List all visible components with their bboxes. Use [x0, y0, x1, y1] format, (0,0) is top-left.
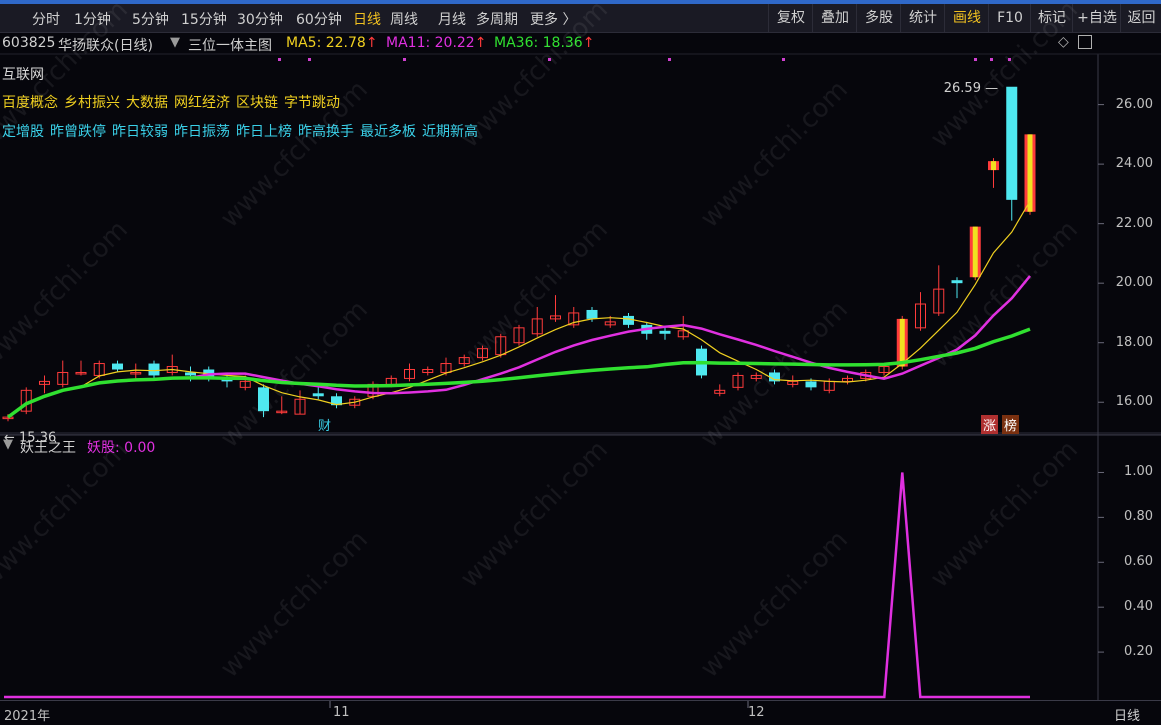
- candle: [677, 315, 689, 340]
- candle: [39, 375, 50, 394]
- sub-tick-4: 1.00: [1124, 464, 1153, 480]
- event-marker-6: [974, 58, 977, 61]
- limit-up-fill: [991, 161, 996, 171]
- candle: [312, 387, 324, 400]
- watermark-14: www.cfchi.com: [925, 435, 1084, 594]
- candle: [659, 327, 671, 340]
- candle: [331, 393, 342, 409]
- watermark-11: www.cfchi.com: [695, 525, 854, 684]
- event-marker-3: [548, 58, 551, 61]
- price-tick-3: 22.00: [1115, 215, 1153, 231]
- price-tick-5: 26.00: [1115, 96, 1153, 112]
- sub-tick-0: 0.20: [1124, 644, 1153, 660]
- kline-chart: www.cfchi.com www.cfchi.com www.cfchi.com w…: [0, 0, 1161, 708]
- candle: [842, 375, 853, 385]
- watermark-13: www.cfchi.com: [925, 215, 1084, 374]
- candle: [112, 360, 123, 373]
- candle-body: [805, 381, 817, 388]
- candle: [732, 372, 744, 391]
- candle-body: [1006, 86, 1018, 200]
- watermark-7: www.cfchi.com: [455, 215, 614, 374]
- date-axis: 2021年 11 12 日线: [0, 700, 1161, 725]
- price-tick-1: 18.00: [1115, 334, 1153, 350]
- watermark-layer: www.cfchi.com www.cfchi.com www.cfchi.com w…: [0, 0, 1084, 684]
- candle: [714, 384, 726, 397]
- candle-body: [312, 393, 324, 397]
- candle: [951, 277, 963, 299]
- sub-tick-3: 0.80: [1124, 509, 1153, 525]
- sub-indicator-layer: [4, 472, 1030, 699]
- limit-up-badge[interactable]: 涨: [981, 415, 999, 434]
- candle: [1006, 86, 1018, 221]
- candle: [623, 312, 634, 328]
- candle: [404, 363, 415, 382]
- candle-body: [623, 315, 634, 325]
- sub-tick-1: 0.40: [1124, 599, 1153, 615]
- watermark-1: www.cfchi.com: [0, 215, 134, 374]
- candle-layer: [2, 86, 1036, 422]
- candle: [166, 354, 178, 376]
- candle-body: [148, 363, 160, 376]
- limit-up-fill: [1027, 134, 1033, 212]
- watermark-6: www.cfchi.com: [455, 0, 614, 154]
- event-marker-5: [782, 58, 785, 61]
- candle: [988, 158, 999, 188]
- candle-body: [659, 330, 671, 334]
- candle-body: [951, 280, 963, 284]
- date-label-11: 11: [333, 705, 350, 720]
- candle: [294, 390, 306, 415]
- candle: [422, 366, 434, 376]
- sub-chevron-down-icon[interactable]: ▼: [3, 437, 13, 452]
- price-tick-2: 20.00: [1115, 275, 1153, 291]
- event-marker-0: [278, 58, 281, 61]
- candle: [550, 295, 561, 322]
- candle: [969, 226, 981, 281]
- candle: [1024, 134, 1036, 215]
- candle: [915, 292, 926, 331]
- watermark-9: www.cfchi.com: [695, 75, 854, 234]
- candle-body: [258, 387, 269, 412]
- date-label-12: 12: [748, 705, 765, 720]
- candle-body: [586, 309, 598, 319]
- limit-up-fill: [899, 318, 905, 367]
- candle-body: [185, 372, 196, 376]
- candle: [75, 360, 87, 376]
- candle: [148, 360, 160, 379]
- watermark-2: www.cfchi.com: [0, 435, 134, 594]
- watermark-0: www.cfchi.com: [0, 0, 134, 154]
- yao-line: [4, 472, 1030, 699]
- event-marker-4: [668, 58, 671, 61]
- price-tick-4: 24.00: [1115, 156, 1153, 172]
- candle: [513, 324, 525, 346]
- event-marker-8: [1008, 58, 1011, 61]
- watermark-8: www.cfchi.com: [455, 435, 614, 594]
- price-tick-0: 16.00: [1115, 394, 1153, 410]
- watermark-5: www.cfchi.com: [215, 525, 374, 684]
- sub-indicator-title[interactable]: 妖王之王: [20, 437, 76, 457]
- sub-tick-2: 0.60: [1124, 554, 1153, 570]
- high-annotation: 26.59 —: [944, 81, 998, 96]
- period-label[interactable]: 日线: [1114, 705, 1140, 724]
- event-marker-2: [403, 58, 406, 61]
- date-label-2021: 2021年: [4, 709, 51, 724]
- grid-lines: [0, 53, 1161, 708]
- candle: [57, 360, 69, 388]
- candle: [568, 306, 580, 328]
- candle: [641, 321, 653, 340]
- event-marker-1: [308, 58, 311, 61]
- finance-badge[interactable]: 财: [318, 415, 331, 434]
- watermark-3: www.cfchi.com: [215, 75, 374, 234]
- candle-body: [112, 363, 123, 370]
- candle: [933, 265, 945, 316]
- price-axis: 16.00 18.00 20.00 22.00 24.00 26.00 0.20 0.40 0.…: [1098, 54, 1161, 700]
- sub-indicator-value: 妖股: 0.00: [87, 440, 156, 456]
- event-marker-7: [990, 58, 993, 61]
- watermark-12: www.cfchi.com: [925, 0, 1084, 154]
- limit-up-fill: [972, 226, 978, 278]
- billboard-badge[interactable]: 榜: [1002, 415, 1020, 434]
